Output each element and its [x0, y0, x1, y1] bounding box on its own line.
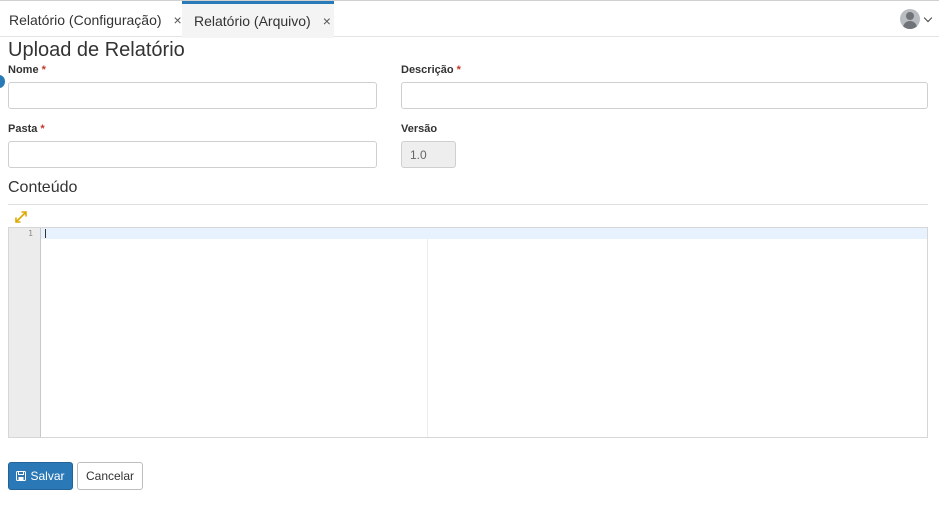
- close-icon[interactable]: ×: [174, 12, 182, 28]
- save-button[interactable]: Salvar: [8, 462, 73, 490]
- tab-relatorio-arquivo[interactable]: Relatório (Arquivo) ×: [182, 1, 334, 38]
- versao-label: Versão: [401, 123, 437, 135]
- descricao-label-text: Descrição: [401, 64, 454, 76]
- editor-gutter: 1: [9, 228, 41, 437]
- code-editor[interactable]: 1: [8, 227, 928, 438]
- side-indicator: [0, 75, 5, 88]
- print-margin: [427, 239, 428, 437]
- nome-label-text: Nome: [8, 64, 39, 76]
- close-icon[interactable]: ×: [323, 13, 331, 29]
- descricao-input[interactable]: [401, 82, 928, 109]
- floppy-disk-icon: [16, 471, 27, 481]
- tab-bar: Relatório (Configuração) × Relatório (Ar…: [0, 0, 939, 38]
- active-line-highlight: [41, 228, 927, 239]
- tab-label: Relatório (Configuração): [9, 11, 162, 28]
- line-number: 1: [28, 229, 33, 238]
- cancel-button[interactable]: Cancelar: [77, 462, 143, 490]
- text-cursor: [45, 229, 46, 238]
- required-marker: *: [40, 123, 45, 135]
- versao-input: [401, 141, 456, 168]
- user-avatar-icon: [900, 9, 920, 29]
- pasta-label-text: Pasta: [8, 123, 38, 135]
- save-label: Salvar: [30, 469, 65, 483]
- pasta-input[interactable]: [8, 141, 377, 168]
- tab-relatorio-configuracao[interactable]: Relatório (Configuração) ×: [0, 1, 182, 38]
- required-marker: *: [41, 64, 46, 76]
- nome-input[interactable]: [8, 82, 377, 109]
- required-marker: *: [456, 64, 461, 76]
- user-menu[interactable]: [900, 9, 933, 29]
- cancel-label: Cancelar: [85, 469, 135, 483]
- tab-label: Relatório (Arquivo): [194, 13, 311, 29]
- chevron-down-icon: [923, 13, 933, 22]
- descricao-label: Descrição *: [401, 64, 461, 76]
- page-title: Upload de Relatório: [8, 39, 185, 61]
- conteudo-heading: Conteúdo: [8, 179, 78, 196]
- expand-icon[interactable]: [15, 211, 27, 223]
- versao-label-text: Versão: [401, 123, 438, 135]
- pasta-label: Pasta *: [8, 123, 45, 135]
- nome-label: Nome *: [8, 64, 46, 76]
- divider: [8, 204, 928, 205]
